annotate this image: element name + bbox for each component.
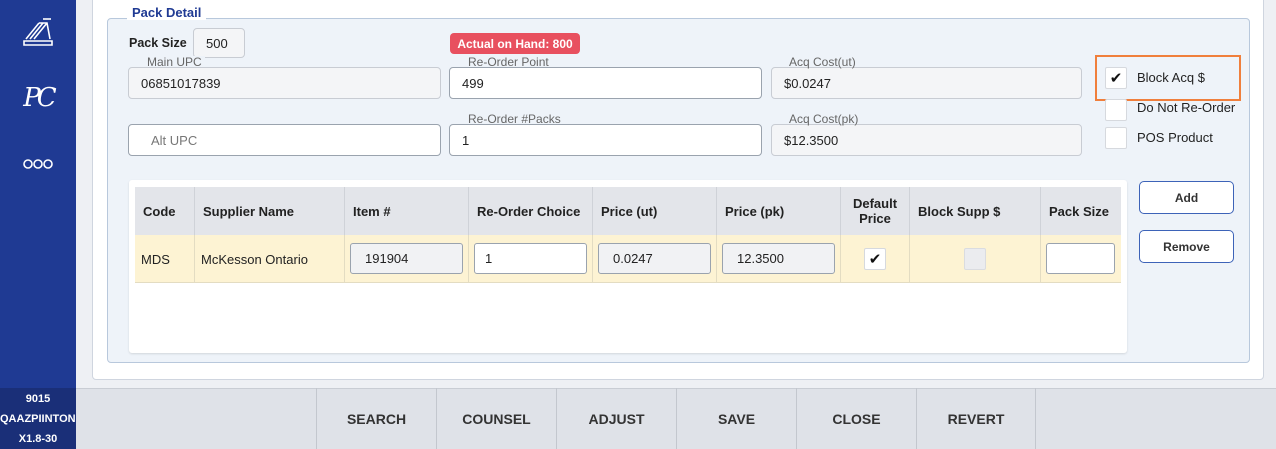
row-supplier-name: McKesson Ontario [195,235,345,283]
alt-upc-field[interactable]: Alt UPC [128,124,441,156]
col-item: Item # [345,187,469,235]
main-upc-label: Main UPC [144,56,205,68]
block-acq-label: Block Acq $ [1137,70,1205,85]
acq-cost-pk-field[interactable]: $12.3500 [771,124,1082,156]
pos-product-checkbox[interactable] [1105,127,1127,149]
add-button[interactable]: Add [1139,181,1234,214]
col-price-pk: Price (pk) [717,187,841,235]
revert-button[interactable]: REVERT [916,388,1036,449]
pack-detail-legend: Pack Detail [127,5,207,20]
station-name: QAAZPIINTON0 [0,413,76,425]
row-pack-size-field[interactable] [1046,243,1115,274]
col-block-supp: Block Supp $ [910,187,1041,235]
col-supplier-name: Supplier Name [195,187,345,235]
reorder-point-label: Re-Order Point [465,56,552,68]
col-default-price: Default Price [841,187,910,235]
row-default-price-checkbox[interactable]: ✔ [864,248,886,270]
row-code: MDS [135,235,195,283]
col-default-price-line2: Price [859,211,891,226]
do-not-reorder-label: Do Not Re-Order [1137,100,1236,115]
row-block-supp-checkbox[interactable] [964,248,986,270]
counsel-button[interactable]: COUNSEL [436,388,556,449]
remove-button[interactable]: Remove [1139,230,1234,263]
more-dots-icon[interactable] [0,152,76,176]
pack-size-field[interactable]: 500 [193,28,245,58]
row-price-pk-field[interactable]: 12.3500 [722,243,835,274]
sidebar: PC 9015 QAAZPIINTON0 X1.8-30 [0,0,76,449]
row-item-field[interactable]: 191904 [350,243,463,274]
store-id: 9015 [25,393,51,405]
reorder-packs-field[interactable]: 1 [449,124,762,156]
checkmark-icon: ✔ [868,251,882,268]
pc-logo-icon[interactable]: PC [0,80,76,116]
col-price-ut: Price (ut) [593,187,717,235]
block-acq-checkbox[interactable]: ✔ [1105,67,1127,89]
search-button[interactable]: SEARCH [316,388,436,449]
pos-product-label: POS Product [1137,130,1213,145]
acq-cost-pk-label: Acq Cost(pk) [786,113,862,125]
pack-size-label: Pack Size [129,36,187,50]
pc-logo-text: PC [23,83,56,113]
col-default-price-line1: Default [852,196,898,211]
adjust-button[interactable]: ADJUST [556,388,676,449]
main-upc-field[interactable]: 06851017839 [128,67,441,99]
reorder-point-field[interactable]: 499 [449,67,762,99]
col-pack-size: Pack Size [1049,203,1109,219]
checkmark-icon: ✔ [1109,70,1123,87]
row-reorder-choice-field[interactable]: 1 [474,243,587,274]
station-info: 9015 QAAZPIINTON0 X1.8-30 [0,388,76,449]
badge-value: 800 [552,36,573,51]
badge-label: Actual on Hand: [457,36,550,51]
col-reorder-choice: Re-Order Choice [469,187,593,235]
version-label: X1.8-30 [18,433,58,445]
acq-cost-ut-label: Acq Cost(ut) [786,56,859,68]
save-button[interactable]: SAVE [676,388,796,449]
do-not-reorder-checkbox[interactable] [1105,99,1127,121]
row-price-ut-field[interactable]: 0.0247 [598,243,711,274]
col-code: Code [135,187,195,235]
acq-cost-ut-field[interactable]: $0.0247 [771,67,1082,99]
tray-icon[interactable] [0,14,76,50]
reorder-packs-label: Re-Order #Packs [465,113,564,125]
close-button[interactable]: CLOSE [796,388,916,449]
actual-on-hand-badge: Actual on Hand: 800 [450,33,580,54]
